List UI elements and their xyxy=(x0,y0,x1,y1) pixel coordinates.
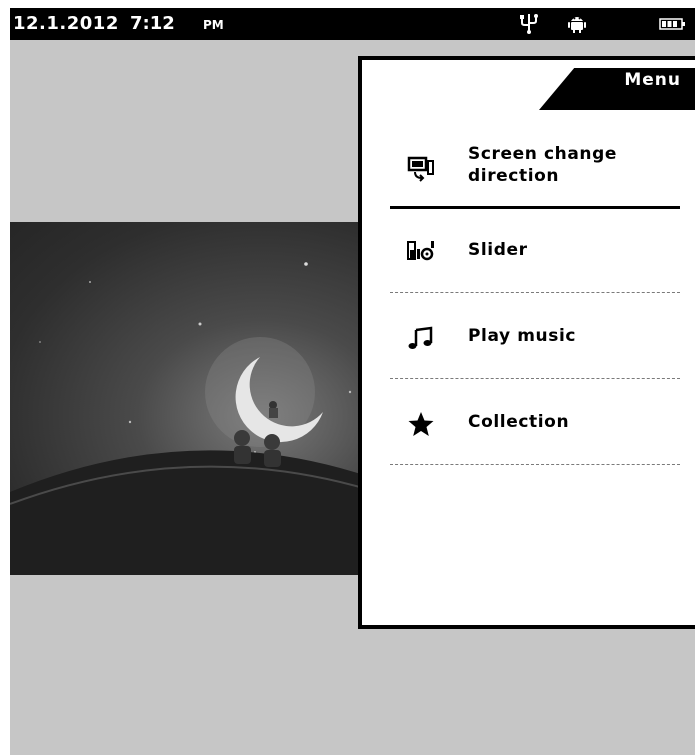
battery-icon xyxy=(659,18,685,30)
menu-title: Menu xyxy=(624,70,681,90)
menu-divider xyxy=(390,292,680,293)
music-note-icon xyxy=(408,326,433,349)
status-ampm: PM xyxy=(203,18,224,32)
star-icon xyxy=(408,412,434,436)
menu-item-collection[interactable]: Collection xyxy=(386,404,686,464)
menu-item-label: Slider xyxy=(468,240,528,260)
usb-icon xyxy=(520,14,538,34)
menu-item-label: Screen change xyxy=(468,144,618,164)
menu-item-label-line2: direction xyxy=(468,166,560,186)
status-date: 12.1.2012 xyxy=(13,13,119,34)
menu-item-label: Play music xyxy=(468,326,577,346)
menu-item-slider[interactable]: Slider xyxy=(386,232,686,292)
menu-item-screen-change-direction[interactable]: Screen change direction xyxy=(386,144,686,204)
android-icon xyxy=(568,17,586,33)
menu-item-label: Collection xyxy=(468,412,570,432)
menu-divider xyxy=(390,464,680,465)
night-moon-illustration xyxy=(10,262,370,575)
status-bar: 12.1.2012 7:12 PM xyxy=(10,8,695,40)
menu-item-play-music[interactable]: Play music xyxy=(386,318,686,378)
screen-rotate-icon xyxy=(407,156,434,182)
menu-divider xyxy=(390,206,680,209)
menu-divider xyxy=(390,378,680,379)
background-photo xyxy=(10,222,370,575)
menu-panel: Menu Screen change direction Slider Play… xyxy=(358,56,695,629)
device-screen: 12.1.2012 7:12 PM Menu Screen change dir… xyxy=(10,8,695,755)
slideshow-icon xyxy=(407,241,434,261)
status-time: 7:12 xyxy=(130,13,175,34)
